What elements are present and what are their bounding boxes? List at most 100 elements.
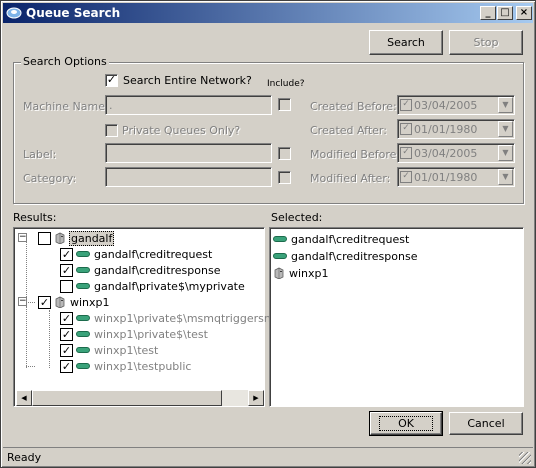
selected-label: Selected: bbox=[271, 211, 323, 224]
label-field[interactable] bbox=[105, 143, 272, 163]
status-bar: Ready bbox=[3, 447, 533, 466]
queue-icon bbox=[76, 267, 90, 273]
created-before-checkbox[interactable]: ✓ bbox=[400, 99, 412, 111]
queue-icon bbox=[76, 315, 90, 321]
cancel-button[interactable]: Cancel bbox=[449, 412, 523, 435]
modified-after-picker[interactable]: ✓ 01/01/1980 ▼ bbox=[397, 167, 515, 187]
created-before-value: 03/04/2005 bbox=[414, 98, 478, 112]
ok-button[interactable]: OK bbox=[369, 411, 443, 436]
modified-after-value: 01/01/1980 bbox=[414, 170, 478, 184]
queue-icon bbox=[76, 331, 90, 337]
modified-before-picker[interactable]: ✓ 03/04/2005 ▼ bbox=[397, 143, 515, 163]
tree-node-checkbox[interactable]: ✓ bbox=[60, 327, 73, 341]
chevron-down-icon[interactable]: ▼ bbox=[498, 121, 513, 137]
tree-node-checkbox[interactable]: ✓ bbox=[60, 343, 73, 357]
tree-node-checkbox[interactable]: ✓ bbox=[60, 359, 73, 373]
selected-list[interactable]: gandalf\creditrequest gandalf\creditrespo… bbox=[269, 227, 524, 407]
created-after-label: Created After: bbox=[310, 124, 387, 137]
computer-icon bbox=[273, 267, 285, 280]
selected-item-label: gandalf\creditrequest bbox=[291, 232, 410, 246]
tree-node[interactable]: ✓ winxp1 bbox=[38, 294, 111, 310]
modified-after-checkbox[interactable]: ✓ bbox=[400, 171, 412, 183]
tree-node[interactable]: ✓ winxp1\test bbox=[60, 342, 159, 358]
queue-icon bbox=[76, 347, 90, 353]
title-bar[interactable]: Queue Search _ □ × bbox=[3, 3, 533, 23]
created-before-label: Created Before: bbox=[310, 100, 397, 113]
chevron-down-icon[interactable]: ▼ bbox=[498, 97, 513, 113]
search-button[interactable]: Search bbox=[369, 30, 443, 55]
stop-button-label: Stop bbox=[473, 36, 499, 49]
label-include-checkbox[interactable] bbox=[278, 147, 291, 160]
tree-node-label: winxp1\testpublic bbox=[94, 359, 192, 373]
minimize-button[interactable]: _ bbox=[480, 6, 496, 20]
collapse-gandalf-toggle[interactable]: − bbox=[18, 233, 27, 242]
category-field[interactable] bbox=[105, 167, 272, 187]
stop-button[interactable]: Stop bbox=[449, 30, 523, 55]
tree-node[interactable]: ✓ winxp1\testpublic bbox=[60, 358, 192, 374]
maximize-button[interactable]: □ bbox=[497, 6, 513, 20]
tree-node-label: winxp1\test bbox=[94, 343, 159, 357]
modified-before-value: 03/04/2005 bbox=[414, 146, 478, 160]
modified-after-label: Modified After: bbox=[310, 172, 391, 185]
tree-node[interactable]: ✓ winxp1\private$\msmqtriggersnotific bbox=[60, 310, 299, 326]
label-label: Label: bbox=[23, 148, 57, 161]
collapse-winxp1-toggle[interactable]: − bbox=[18, 297, 27, 306]
tree-node-checkbox[interactable]: ✓ bbox=[60, 263, 73, 277]
category-label: Category: bbox=[23, 172, 77, 185]
ok-button-label: OK bbox=[379, 416, 433, 431]
category-include-checkbox[interactable] bbox=[278, 171, 291, 184]
scrollbar-thumb[interactable] bbox=[32, 390, 222, 406]
selected-item-label: winxp1 bbox=[289, 266, 329, 280]
modified-before-checkbox[interactable]: ✓ bbox=[400, 147, 412, 159]
scroll-left-button[interactable]: ◀ bbox=[16, 390, 32, 406]
tree-node[interactable]: ✓ winxp1\private$\test bbox=[60, 326, 209, 342]
created-after-checkbox[interactable]: ✓ bbox=[400, 123, 412, 135]
tree-node-label: gandalf\private$\myprivate bbox=[94, 279, 245, 293]
tree-node-checkbox[interactable]: ✓ bbox=[60, 311, 73, 325]
tree-node-label: winxp1 bbox=[70, 295, 110, 309]
queue-icon bbox=[273, 253, 287, 259]
queue-icon bbox=[273, 236, 287, 242]
chevron-down-icon[interactable]: ▼ bbox=[498, 145, 513, 161]
results-tree[interactable]: − − gandalf ✓ gandalf\creditrequest ✓ gandal… bbox=[13, 227, 298, 407]
selected-item[interactable]: gandalf\creditresponse bbox=[273, 248, 418, 264]
tree-node-checkbox[interactable]: ✓ bbox=[38, 295, 51, 309]
search-entire-network-checkbox[interactable]: ✓ bbox=[105, 74, 118, 87]
private-queues-only-checkbox[interactable] bbox=[105, 124, 118, 137]
app-icon bbox=[6, 6, 22, 20]
tree-node-label: gandalf bbox=[69, 230, 115, 246]
resize-grip[interactable] bbox=[519, 452, 531, 464]
queue-icon bbox=[76, 251, 90, 257]
search-button-label: Search bbox=[387, 36, 425, 49]
tree-node[interactable]: ✓ gandalf\creditrequest bbox=[60, 246, 213, 262]
search-options-title: Search Options bbox=[21, 55, 109, 68]
results-horizontal-scrollbar[interactable]: ◀ ▶ bbox=[16, 390, 264, 406]
created-before-picker[interactable]: ✓ 03/04/2005 ▼ bbox=[397, 95, 515, 115]
machine-name-field[interactable]: . bbox=[105, 95, 272, 115]
selected-item[interactable]: gandalf\creditrequest bbox=[273, 231, 410, 247]
tree-node-checkbox[interactable]: ✓ bbox=[60, 247, 73, 261]
created-after-picker[interactable]: ✓ 01/01/1980 ▼ bbox=[397, 119, 515, 139]
tree-node-checkbox[interactable] bbox=[38, 231, 51, 245]
tree-node-label: winxp1\private$\test bbox=[94, 327, 208, 341]
search-entire-network-label: Search Entire Network? bbox=[123, 74, 252, 87]
close-button[interactable]: × bbox=[516, 6, 532, 20]
tree-node[interactable]: gandalf\private$\myprivate bbox=[60, 278, 246, 294]
selected-item[interactable]: winxp1 bbox=[273, 265, 330, 281]
tree-node-label: gandalf\creditresponse bbox=[94, 263, 221, 277]
selected-item-label: gandalf\creditresponse bbox=[291, 249, 418, 263]
tree-node-checkbox[interactable] bbox=[60, 279, 73, 293]
scroll-right-button[interactable]: ▶ bbox=[248, 390, 264, 406]
tree-node[interactable]: ✓ gandalf\creditresponse bbox=[60, 262, 221, 278]
chevron-down-icon[interactable]: ▼ bbox=[498, 169, 513, 185]
machine-name-include-checkbox[interactable] bbox=[278, 98, 291, 111]
include-label: Include? bbox=[267, 79, 305, 89]
modified-before-label: Modified Before: bbox=[310, 148, 401, 161]
results-label: Results: bbox=[13, 211, 57, 224]
queue-icon bbox=[76, 283, 90, 289]
tree-node-label: gandalf\creditrequest bbox=[94, 247, 213, 261]
computer-icon bbox=[54, 296, 66, 309]
cancel-button-label: Cancel bbox=[467, 417, 505, 430]
tree-node[interactable]: gandalf bbox=[38, 230, 115, 246]
window-title: Queue Search bbox=[26, 6, 121, 20]
